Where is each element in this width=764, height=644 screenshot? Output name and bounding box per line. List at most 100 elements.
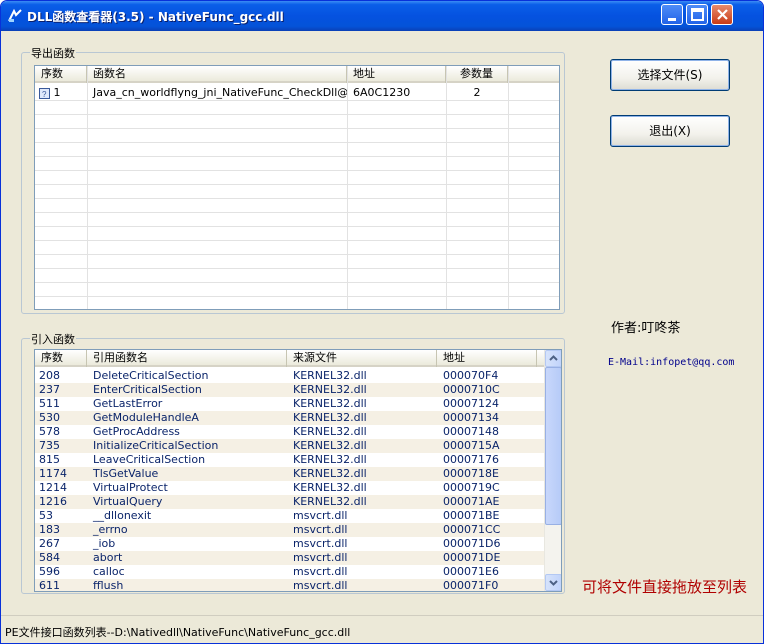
column-header-source-file[interactable]: 来源文件	[287, 350, 437, 367]
import-ordinal: 1216	[39, 495, 67, 508]
import-row[interactable]: 1174 TlsGetValue KERNEL32.dll 0000718E	[35, 467, 545, 481]
import-name: VirtualProtect	[93, 481, 168, 494]
export-row[interactable]: ? 1 Java_cn_worldflyng_jni_NativeFunc_Ch…	[35, 86, 559, 100]
import-scrollbar[interactable]	[544, 350, 561, 591]
minimize-button[interactable]	[661, 4, 683, 25]
import-address: 0000718E	[443, 467, 499, 480]
column-header-ordinal[interactable]: 序数	[35, 350, 87, 367]
grid-line	[35, 184, 559, 185]
import-row[interactable]: 596 calloc msvcrt.dll 000071E6	[35, 565, 545, 579]
import-address: 0000710C	[443, 383, 500, 396]
import-address: 000071AE	[443, 495, 500, 508]
import-name: VirtualQuery	[93, 495, 163, 508]
import-row[interactable]: 530 GetModuleHandleA KERNEL32.dll 00007134	[35, 411, 545, 425]
author-label: 作者:叮咚茶	[611, 321, 681, 336]
import-row[interactable]: 237 EnterCriticalSection KERNEL32.dll 00007…	[35, 383, 545, 397]
scroll-thumb[interactable]	[545, 367, 561, 525]
import-source: KERNEL32.dll	[293, 397, 367, 410]
import-address: 000071DE	[443, 551, 501, 564]
import-address: 000071CC	[443, 523, 501, 536]
app-window: DLL函数查看器(3.5) - NativeFunc_gcc.dll 导出函数 …	[0, 0, 764, 644]
import-source: KERNEL32.dll	[293, 453, 367, 466]
import-name: _errno	[93, 523, 128, 536]
close-icon	[717, 9, 728, 20]
column-header-ordinal[interactable]: 序数	[35, 66, 87, 83]
import-name: abort	[93, 551, 123, 564]
import-row[interactable]: 183 _errno msvcrt.dll 000071CC	[35, 523, 545, 537]
column-header-import-name[interactable]: 引用函数名	[87, 350, 287, 367]
chevron-up-icon	[549, 355, 558, 361]
grid-line	[35, 100, 559, 101]
import-name: DeleteCriticalSection	[93, 369, 209, 382]
column-header-param-count[interactable]: 参数量	[446, 66, 508, 83]
import-name: EnterCriticalSection	[93, 383, 202, 396]
column-header-function-name[interactable]: 函数名	[87, 66, 347, 83]
import-source: KERNEL32.dll	[293, 425, 367, 438]
import-address: 0000719C	[443, 481, 500, 494]
import-address: 0000715A	[443, 439, 500, 452]
import-functions-list[interactable]: 序数 引用函数名 来源文件 地址 208 DeleteCriticalSectio…	[34, 349, 562, 592]
import-row[interactable]: 208 DeleteCriticalSection KERNEL32.dll 0000…	[35, 369, 545, 383]
grid-line	[35, 142, 559, 143]
title-bar[interactable]: DLL函数查看器(3.5) - NativeFunc_gcc.dll	[1, 1, 763, 31]
grid-line	[347, 66, 348, 309]
grid-line	[35, 156, 559, 157]
import-ordinal: 578	[39, 425, 60, 438]
import-name: GetModuleHandleA	[93, 411, 199, 424]
import-row[interactable]: 511 GetLastError KERNEL32.dll 00007124	[35, 397, 545, 411]
import-ordinal: 611	[39, 579, 60, 592]
import-list-header: 序数 引用函数名 来源文件 地址	[35, 350, 545, 367]
import-group-label: 引入函数	[30, 331, 76, 347]
import-row[interactable]: 611 fflush msvcrt.dll 000071F0	[35, 579, 545, 592]
grid-line	[35, 226, 559, 227]
export-functions-list[interactable]: 序数 函数名 地址 参数量 ? 1 Java_cn_worldflyng_jni…	[34, 65, 560, 310]
export-list-header: 序数 函数名 地址 参数量	[35, 66, 559, 83]
select-file-button[interactable]: 选择文件(S)	[610, 59, 730, 91]
import-ordinal: 1174	[39, 467, 67, 480]
column-header-address[interactable]: 地址	[437, 350, 537, 367]
import-source: msvcrt.dll	[293, 565, 348, 578]
close-button[interactable]	[711, 4, 733, 25]
import-source: KERNEL32.dll	[293, 481, 367, 494]
email-label: E-Mail:infopet@qq.com	[608, 357, 735, 368]
import-ordinal: 815	[39, 453, 60, 466]
import-row[interactable]: 53 __dllonexit msvcrt.dll 000071BE	[35, 509, 545, 523]
import-ordinal: 584	[39, 551, 60, 564]
exit-button[interactable]: 退出(X)	[610, 115, 730, 147]
grid-line	[35, 268, 559, 269]
import-source: KERNEL32.dll	[293, 495, 367, 508]
grid-line	[35, 254, 559, 255]
import-address: 00007134	[443, 411, 499, 424]
maximize-icon	[691, 8, 704, 21]
column-header-address[interactable]: 地址	[347, 66, 446, 83]
import-ordinal: 53	[39, 509, 53, 522]
import-source: KERNEL32.dll	[293, 467, 367, 480]
import-row[interactable]: 735 InitializeCriticalSection KERNEL32.dll…	[35, 439, 545, 453]
maximize-button[interactable]	[686, 4, 708, 25]
import-row[interactable]: 815 LeaveCriticalSection KERNEL32.dll 00007…	[35, 453, 545, 467]
import-address: 00007148	[443, 425, 499, 438]
import-source: msvcrt.dll	[293, 537, 348, 550]
drag-drop-hint: 可将文件直接拖放至列表	[582, 578, 748, 596]
import-ordinal: 511	[39, 397, 60, 410]
grid-line	[35, 240, 559, 241]
import-row[interactable]: 267 _iob msvcrt.dll 000071D6	[35, 537, 545, 551]
export-functions-group: 导出函数 序数 函数名 地址 参数量 ? 1 Java_cn_worldflyn…	[21, 45, 565, 314]
grid-line	[35, 212, 559, 213]
grid-line	[35, 128, 559, 129]
import-ordinal: 237	[39, 383, 60, 396]
export-function-name: Java_cn_worldflyng_jni_NativeFunc_CheckD…	[93, 86, 347, 99]
grid-line	[35, 198, 559, 199]
scroll-up-button[interactable]	[545, 350, 561, 367]
import-row[interactable]: 1214 VirtualProtect KERNEL32.dll 0000719C	[35, 481, 545, 495]
import-source: KERNEL32.dll	[293, 439, 367, 452]
import-ordinal: 735	[39, 439, 60, 452]
import-row[interactable]: 578 GetProcAddress KERNEL32.dll 00007148	[35, 425, 545, 439]
grid-line	[446, 66, 447, 309]
scroll-down-button[interactable]	[545, 574, 561, 591]
import-row[interactable]: 584 abort msvcrt.dll 000071DE	[35, 551, 545, 565]
import-address: 00007176	[443, 453, 499, 466]
import-row[interactable]: 1216 VirtualQuery KERNEL32.dll 000071AE	[35, 495, 545, 509]
import-address: 000071BE	[443, 509, 500, 522]
export-group-label: 导出函数	[30, 45, 76, 61]
